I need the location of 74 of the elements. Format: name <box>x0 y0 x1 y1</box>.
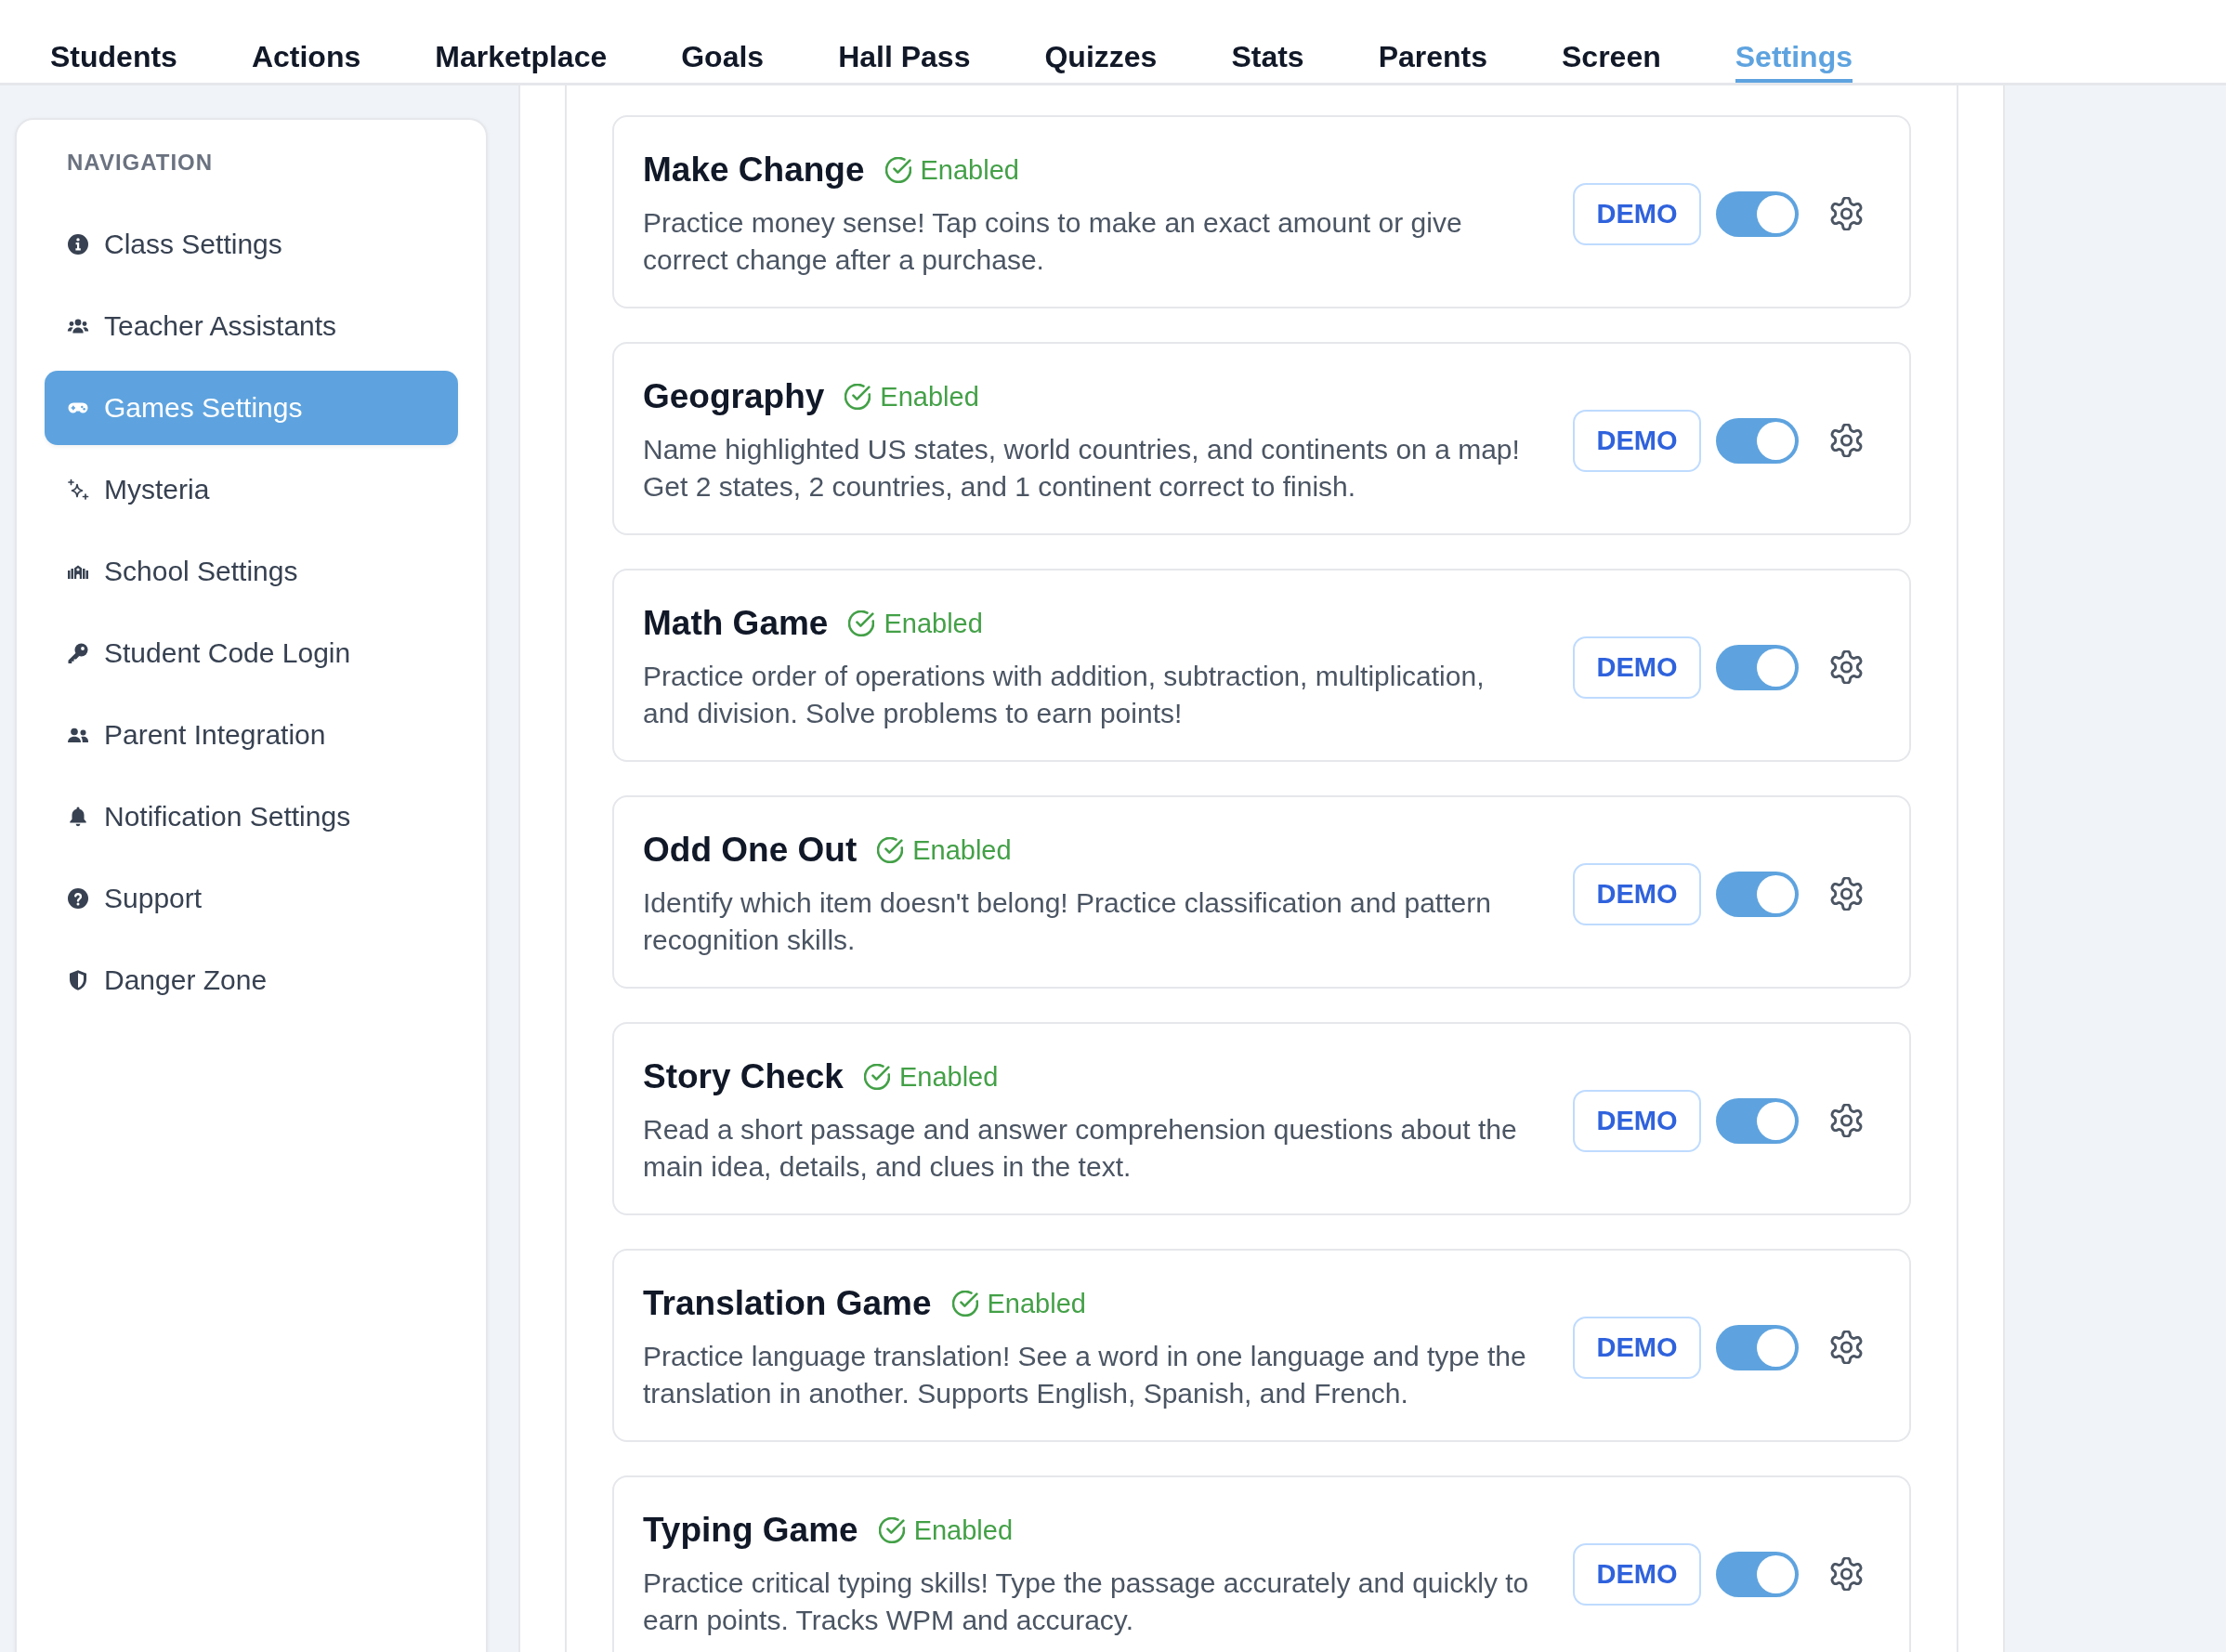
status-label: Enabled <box>987 1288 1086 1320</box>
toggle-switch[interactable] <box>1716 190 1799 237</box>
nav-tab[interactable]: Parents <box>1378 0 1487 83</box>
toggle-switch[interactable] <box>1716 871 1799 917</box>
sidebar-item[interactable]: Student Code Login <box>45 616 458 690</box>
game-description: Practice order of operations with addition, subtraction, multiplication, and division. Solve problems to earn points! <box>643 660 1486 730</box>
sparkles-icon <box>67 479 89 501</box>
demo-button[interactable]: DEMO <box>1573 409 1701 472</box>
game-title: Make Change <box>643 150 865 190</box>
check-circle-icon <box>884 157 911 183</box>
game-description: Practice language translation! See a word in one language and type the translation in another. Supports English, Spanish, and French. <box>643 1340 1527 1410</box>
demo-button[interactable]: DEMO <box>1573 1316 1701 1379</box>
settings-icon[interactable] <box>1830 1104 1863 1137</box>
nav-tab[interactable]: Quizzes <box>1044 0 1158 83</box>
settings-icon[interactable] <box>1830 650 1863 684</box>
check-circle-icon <box>863 1064 890 1090</box>
help-icon <box>67 887 89 910</box>
check-circle-icon <box>951 1291 978 1317</box>
nav-tab[interactable]: Stats <box>1231 0 1304 83</box>
shield-icon <box>67 969 89 991</box>
check-circle-icon <box>878 1517 905 1543</box>
toggle-switch[interactable] <box>1716 1324 1799 1370</box>
key-icon <box>67 642 89 664</box>
nav-tab[interactable]: Goals <box>681 0 765 83</box>
check-circle-icon <box>848 610 875 636</box>
sidebar-item[interactable]: Class Settings <box>45 207 458 282</box>
toggle-switch[interactable] <box>1716 644 1799 690</box>
game-title: Story Check <box>643 1056 844 1097</box>
game-title: Odd One Out <box>643 830 858 871</box>
demo-button[interactable]: DEMO <box>1573 1089 1701 1152</box>
sidebar-item[interactable]: Danger Zone <box>45 943 458 1017</box>
game-title: Math Game <box>643 603 829 644</box>
settings-icon[interactable] <box>1830 1557 1863 1591</box>
demo-button[interactable]: DEMO <box>1573 182 1701 245</box>
demo-button[interactable]: DEMO <box>1573 636 1701 699</box>
settings-icon[interactable] <box>1830 197 1863 230</box>
demo-button[interactable]: DEMO <box>1573 862 1701 925</box>
status-label: Enabled <box>884 608 983 640</box>
sidebar-item[interactable]: Notification Settings <box>45 780 458 854</box>
game-description: Identify which item doesn't belong! Practice classification and pattern recognition skills. <box>643 886 1492 957</box>
sidebar-item[interactable]: Parent Integration <box>45 698 458 772</box>
nav-tab[interactable]: Hall Pass <box>838 0 971 83</box>
sidebar-item[interactable]: School Settings <box>45 534 458 609</box>
game-description: Read a short passage and answer comprehension questions about the main idea, details, and clues in the text. <box>643 1113 1518 1184</box>
game-title: Typing Game <box>643 1510 858 1551</box>
game-description: Practice money sense! Tap coins to make an exact amount or give correct change after a purchase. <box>643 206 1463 277</box>
nav-tab[interactable]: Screen <box>1562 0 1661 83</box>
toggle-switch[interactable] <box>1716 1097 1799 1144</box>
check-circle-icon <box>877 837 904 863</box>
toggle-switch[interactable] <box>1716 417 1799 464</box>
status-label: Enabled <box>912 834 1012 867</box>
sidebar-item[interactable]: Teacher Assistants <box>45 289 458 363</box>
status-label: Enabled <box>880 381 979 413</box>
game-title: Geography <box>643 376 825 417</box>
nav-tab[interactable]: Marketplace <box>435 0 608 83</box>
nav-tab[interactable]: Actions <box>251 0 361 83</box>
check-circle-icon <box>845 384 871 410</box>
status-label: Enabled <box>913 1514 1014 1547</box>
sidebar-item[interactable]: Support <box>45 861 458 936</box>
sidebar-item[interactable]: Mysteria <box>45 452 458 527</box>
game-title: Translation Game <box>643 1283 932 1324</box>
game-description: Practice critical typing skills! Type the passage accurately and quickly to earn points. Tracks WPM and accuracy. <box>643 1567 1530 1637</box>
game-description: Name highlighted US states, world countries, and continents on a map! Get 2 states, 2 countries, and 1 continent correct to finish. <box>643 433 1521 504</box>
settings-icon[interactable] <box>1830 424 1863 457</box>
settings-icon[interactable] <box>1830 1331 1863 1364</box>
settings-icon[interactable] <box>1830 877 1863 911</box>
nav-tab[interactable]: Students <box>50 0 177 83</box>
status-label: Enabled <box>920 154 1019 187</box>
info-icon <box>67 233 89 256</box>
sidebar-heading: NAVIGATION <box>67 149 215 177</box>
demo-button[interactable]: DEMO <box>1573 1542 1701 1606</box>
toggle-switch[interactable] <box>1716 1551 1799 1597</box>
status-label: Enabled <box>898 1061 999 1094</box>
bell-icon <box>67 806 89 828</box>
